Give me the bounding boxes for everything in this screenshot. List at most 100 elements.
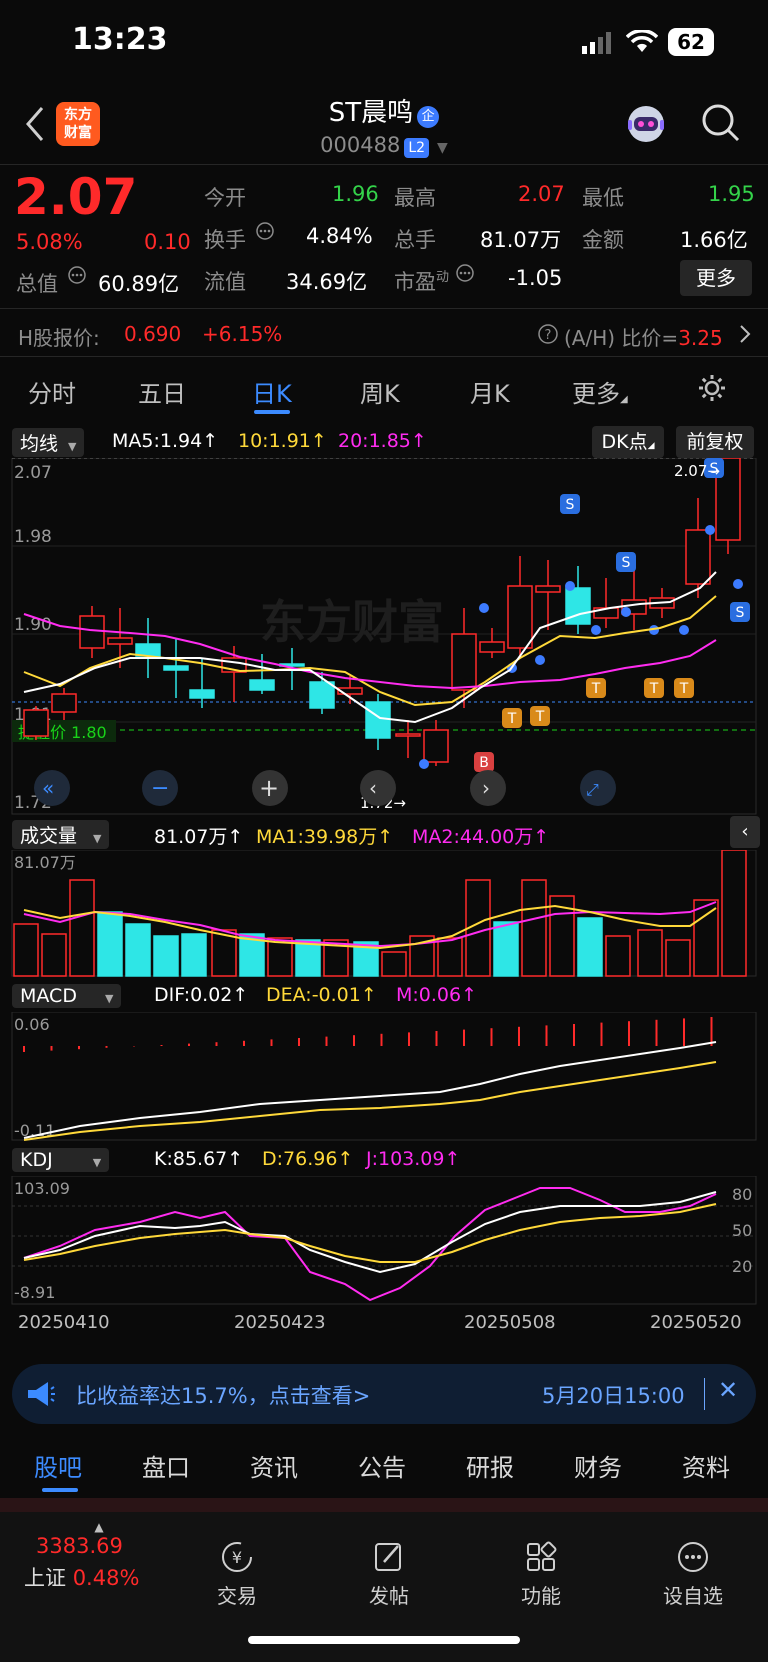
- tab-daily-k[interactable]: 日K: [252, 374, 292, 409]
- edit-post-icon: [375, 1543, 401, 1571]
- value-open: 1.96: [332, 182, 379, 206]
- macd-selector[interactable]: MACD ▼: [12, 984, 122, 1008]
- tab-news[interactable]: 资讯: [250, 1448, 298, 1483]
- robot-assistant-icon[interactable]: [622, 100, 670, 152]
- close-icon[interactable]: ✕: [718, 1376, 738, 1404]
- svg-text:⤢: ⤢: [586, 780, 599, 799]
- tab-finance[interactable]: 财务: [574, 1448, 622, 1483]
- more-dots-icon: [678, 1542, 708, 1572]
- ma5-label: MA5:1.94↑: [112, 430, 219, 452]
- dock-trade[interactable]: ¥ 交易: [192, 1540, 282, 1609]
- candle-body: [423, 729, 449, 763]
- svg-text:80: 80: [732, 1185, 752, 1204]
- value-amount: 1.66亿: [680, 228, 748, 252]
- info-icon[interactable]: [456, 264, 474, 286]
- label-amount: 金额: [582, 228, 624, 252]
- help-icon[interactable]: ?: [538, 324, 558, 348]
- price-axis-label: 2.07: [14, 463, 52, 483]
- date-label: 20250508: [464, 1312, 556, 1333]
- price-adjust-button[interactable]: 前复权: [676, 426, 754, 458]
- ma-selector[interactable]: 均线 ▼: [12, 427, 85, 457]
- value-pe: -1.05: [508, 266, 563, 290]
- tab-more[interactable]: 更多◢: [572, 374, 628, 409]
- macd-chart: 0.06 -0.11: [11, 1012, 757, 1141]
- kline-chart[interactable]: 东方财富 2.07 1.98 1.90 1.81 1.72 提醒价 1.80 S…: [0, 458, 768, 818]
- chevron-right-icon[interactable]: [738, 324, 752, 348]
- candle-body: [479, 641, 505, 653]
- more-button[interactable]: 更多: [680, 260, 752, 296]
- ah-ratio[interactable]: (A/H) 比价=3.25: [564, 322, 723, 351]
- index-ticker[interactable]: ▲ 3383.69 上证 0.48%: [24, 1520, 174, 1592]
- tab-intraday[interactable]: 分时: [28, 374, 76, 409]
- change-percent: 5.08%: [16, 230, 83, 254]
- chart-nav-controls: « − + ‹ › ⤢: [34, 770, 616, 806]
- news-banner[interactable]: 比收益率达15.7%，点击查看> 5月20日15:00 ✕: [12, 1364, 756, 1424]
- svg-text:50: 50: [732, 1221, 752, 1240]
- tab-profile[interactable]: 资料: [682, 1448, 730, 1483]
- svg-text:›: ›: [482, 776, 490, 800]
- dk-point-button[interactable]: DK点◢: [592, 426, 664, 458]
- dock-watchlist-settings[interactable]: 设自选: [648, 1540, 738, 1609]
- volume-bar: [665, 939, 691, 977]
- dock-post[interactable]: 发帖: [344, 1540, 434, 1609]
- settings-gear-icon[interactable]: [696, 372, 728, 408]
- signal-dot: [535, 655, 545, 665]
- tab-research[interactable]: 研报: [466, 1448, 514, 1483]
- candle-body: [507, 585, 533, 649]
- search-icon[interactable]: [700, 102, 742, 148]
- info-icon[interactable]: [256, 222, 274, 244]
- brand-logo: 东方 财富: [56, 102, 100, 146]
- tab-pankou[interactable]: 盘口: [142, 1448, 190, 1483]
- stock-title[interactable]: ST晨鸣企 000488 L2 ▼: [260, 92, 508, 158]
- back-icon[interactable]: [24, 106, 46, 146]
- svg-text:81.07万: 81.07万: [14, 853, 76, 872]
- kdj-j: J:103.09↑: [366, 1148, 461, 1170]
- candle-body: [23, 709, 49, 737]
- value-mktcap: 60.89亿: [98, 272, 180, 296]
- volume-bar: [381, 951, 407, 977]
- value-low: 1.95: [708, 182, 755, 206]
- megaphone-icon: [26, 1380, 56, 1412]
- banner-time: 5月20日15:00: [542, 1384, 685, 1408]
- home-indicator[interactable]: [248, 1636, 520, 1644]
- tab-five-day[interactable]: 五日: [138, 374, 186, 409]
- volume-bar: [577, 917, 603, 977]
- candle-body: [189, 689, 215, 699]
- index-value: 3383.69: [36, 1534, 123, 1558]
- date-label: 20250520: [650, 1312, 742, 1333]
- volume-bar: [13, 923, 39, 977]
- volume-bar: [693, 899, 719, 977]
- candle-body: [451, 633, 477, 691]
- banner-text: 比收益率达15.7%，点击查看>: [76, 1384, 371, 1408]
- trade-signal-label: T: [591, 681, 601, 697]
- content-tabs: 股吧 盘口 资讯 公告 研报 财务 资料: [0, 1430, 768, 1500]
- dock-functions[interactable]: 功能: [496, 1540, 586, 1609]
- volume-bar: [605, 935, 631, 977]
- label-volume: 总手: [394, 228, 436, 252]
- signal-dot: [565, 581, 575, 591]
- enterprise-badge: 企: [417, 105, 440, 128]
- svg-text:«: «: [42, 776, 54, 800]
- volume-value: 81.07万↑: [154, 826, 244, 848]
- kdj-selector[interactable]: KDJ ▼: [12, 1148, 110, 1172]
- tab-announcements[interactable]: 公告: [358, 1448, 406, 1483]
- collapse-panel-icon[interactable]: ‹: [730, 816, 760, 848]
- stock-name: ST晨鸣: [328, 98, 414, 128]
- info-icon[interactable]: [68, 266, 86, 288]
- trade-signal-label: T: [679, 681, 689, 697]
- trade-signal-label: B: [479, 755, 489, 771]
- tab-monthly-k[interactable]: 月K: [470, 374, 510, 409]
- candle-body: [249, 679, 275, 691]
- trade-signal-label: S: [622, 555, 631, 571]
- grid-functions-icon: [527, 1541, 557, 1571]
- svg-text:?: ?: [545, 328, 552, 343]
- signal-dot: [705, 525, 715, 535]
- svg-text:+: +: [259, 774, 279, 802]
- change-amount: 0.10: [144, 230, 191, 254]
- label-float: 流值: [204, 270, 246, 294]
- volume-selector[interactable]: 成交量 ▼: [12, 819, 110, 849]
- tab-guba[interactable]: 股吧: [34, 1448, 82, 1483]
- tab-weekly-k[interactable]: 周K: [360, 374, 400, 409]
- value-volume: 81.07万: [480, 228, 562, 252]
- active-tab-indicator: [254, 410, 290, 414]
